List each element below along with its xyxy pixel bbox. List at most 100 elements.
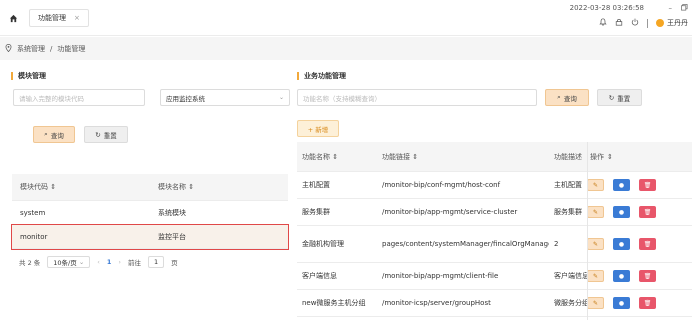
top-bar: 功能管理 × 2022-03-28 03:26:58 – 王丹丹 (0, 0, 692, 36)
sort-icon: ⇕ (50, 183, 57, 191)
function-table: 功能名称 ⇕ 功能链接 ⇕ 功能描述 操作 ⇕ 主机配置 /monitor-bi… (297, 142, 692, 317)
delete-icon[interactable]: 🗑 (639, 238, 656, 250)
delete-icon[interactable]: 🗑 (639, 206, 656, 218)
goto-label: 前往 (128, 259, 142, 267)
tab-function-management[interactable]: 功能管理 × (29, 9, 89, 27)
function-desc-cell: 2 (554, 240, 559, 248)
table-row[interactable]: new微服务主机分组 /monitor-icsp/server/groupHos… (297, 290, 692, 317)
column-divider (587, 142, 588, 320)
function-name-cell: 主机配置 (302, 181, 330, 189)
add-function-button[interactable]: + 新增 (297, 120, 339, 137)
current-page[interactable]: 1 (107, 258, 112, 266)
home-icon[interactable] (6, 11, 20, 25)
table-row[interactable]: system 系统模块 (12, 201, 288, 225)
module-code-cell: system (20, 208, 46, 217)
search-icon: ⌕ (557, 93, 561, 101)
function-name-cell: new微服务主机分组 (302, 299, 366, 307)
location-icon (5, 43, 12, 54)
delete-icon[interactable]: 🗑 (639, 270, 656, 282)
refresh-icon: ↻ (608, 93, 615, 102)
restore-icon[interactable] (681, 4, 688, 13)
module-code-input[interactable]: 请输入完整的模块代码 (13, 89, 145, 106)
breadcrumb-separator: / (50, 44, 53, 53)
chevron-down-icon: ⌄ (78, 258, 85, 266)
pagination-total: 共 2 条 (19, 259, 41, 267)
avatar (656, 19, 664, 27)
page-size-select[interactable]: 10条/页 ⌄ (47, 256, 91, 268)
column-function-link[interactable]: 功能链接 ⇕ (377, 152, 549, 162)
user-name: 王丹丹 (667, 19, 688, 27)
lock-icon[interactable] (615, 18, 623, 28)
info-icon[interactable]: ● (613, 206, 630, 218)
datetime: 2022-03-28 03:26:58 (569, 4, 644, 12)
breadcrumb-item-function: 功能管理 (57, 44, 86, 53)
bell-icon[interactable] (599, 18, 607, 28)
edit-icon[interactable]: ✎ (587, 270, 604, 282)
toolbar-icons: 王丹丹 (599, 18, 688, 28)
page-unit-label: 页 (171, 259, 178, 267)
sort-icon: ⇕ (412, 152, 419, 161)
function-desc-cell: 客户端信息 (554, 272, 587, 280)
function-table-header: 功能名称 ⇕ 功能链接 ⇕ 功能描述 操作 ⇕ (297, 142, 692, 172)
edit-icon[interactable]: ✎ (587, 297, 604, 309)
module-reset-label: 重置 (103, 131, 117, 140)
column-module-code[interactable]: 模块代码 ⇕ (12, 182, 150, 192)
function-link-cell: /monitor-bip/app-mgmt/service-cluster (382, 208, 518, 216)
row-actions: ✎ ● 🗑 (587, 270, 692, 282)
function-name-cell: 客户端信息 (302, 272, 337, 280)
tab-close-icon[interactable]: × (74, 14, 80, 22)
window-controls: – (669, 4, 689, 13)
next-page-icon[interactable]: › (118, 258, 121, 266)
breadcrumb: 系统管理 / 功能管理 (0, 37, 692, 60)
function-desc-cell: 微服务分组 (554, 299, 587, 307)
function-desc-cell: 主机配置 (554, 181, 582, 189)
row-actions: ✎ ● 🗑 (587, 179, 692, 191)
row-actions: ✎ ● 🗑 (587, 238, 692, 250)
minimize-icon[interactable]: – (669, 4, 673, 13)
column-actions[interactable]: 操作 ⇕ (587, 152, 692, 162)
breadcrumb-item-system[interactable]: 系统管理 (17, 44, 45, 54)
table-row[interactable]: 金融机构管理 pages/content/systemManager/finca… (297, 226, 692, 263)
sort-icon: ⇕ (332, 152, 339, 161)
sort-icon: ⇕ (607, 152, 613, 161)
tab-label: 功能管理 (38, 14, 66, 22)
edit-icon[interactable]: ✎ (587, 238, 604, 250)
goto-page-input[interactable]: 1 (148, 256, 165, 268)
prev-page-icon[interactable]: ‹ (97, 258, 100, 266)
divider (647, 18, 648, 28)
info-icon[interactable]: ● (613, 270, 630, 282)
table-row[interactable]: 主机配置 /monitor-bip/conf-mgmt/host-conf 主机… (297, 172, 692, 199)
table-row-selected[interactable]: monitor 监控平台 (11, 224, 289, 250)
power-icon[interactable] (631, 18, 639, 28)
function-name-input[interactable]: 功能名称（支持模糊查询） (297, 89, 537, 106)
search-icon: ⌕ (44, 130, 48, 138)
function-link-cell: pages/content/systemManager/fincalOrgMan… (382, 240, 549, 248)
column-function-name[interactable]: 功能名称 ⇕ (297, 152, 377, 162)
system-select-value: 应用监控系统 (166, 94, 205, 103)
delete-icon[interactable]: 🗑 (639, 297, 656, 309)
table-row[interactable]: 服务集群 /monitor-bip/app-mgmt/service-clust… (297, 199, 692, 226)
module-name-cell: 系统模块 (158, 208, 186, 217)
function-link-cell: /monitor-bip/conf-mgmt/host-conf (382, 181, 501, 189)
info-icon[interactable]: ● (613, 297, 630, 309)
info-icon[interactable]: ● (613, 179, 630, 191)
user-menu[interactable]: 王丹丹 (656, 18, 688, 28)
edit-icon[interactable]: ✎ (587, 179, 604, 191)
function-reset-button[interactable]: ↻ 重置 (597, 89, 642, 106)
function-name-cell: 服务集群 (302, 208, 330, 216)
function-query-button[interactable]: ⌕ 查询 (545, 89, 589, 106)
column-function-desc[interactable]: 功能描述 (549, 152, 587, 162)
system-select[interactable]: 应用监控系统 ⌄ (160, 89, 290, 106)
edit-icon[interactable]: ✎ (587, 206, 604, 218)
delete-icon[interactable]: 🗑 (639, 179, 656, 191)
refresh-icon: ↻ (95, 130, 101, 139)
module-name-cell: 监控平台 (158, 232, 186, 241)
row-actions: ✎ ● 🗑 (587, 206, 692, 218)
business-section-title: 业务功能管理 (297, 72, 346, 80)
column-module-name[interactable]: 模块名称 ⇕ (150, 182, 288, 192)
module-reset-button[interactable]: ↻ 重置 (84, 126, 128, 143)
table-row[interactable]: 客户端信息 /monitor-bip/app-mgmt/client-file … (297, 263, 692, 290)
info-icon[interactable]: ● (613, 238, 630, 250)
module-query-button[interactable]: ⌕ 查询 (33, 126, 75, 143)
module-section-title: 模块管理 (11, 72, 46, 80)
